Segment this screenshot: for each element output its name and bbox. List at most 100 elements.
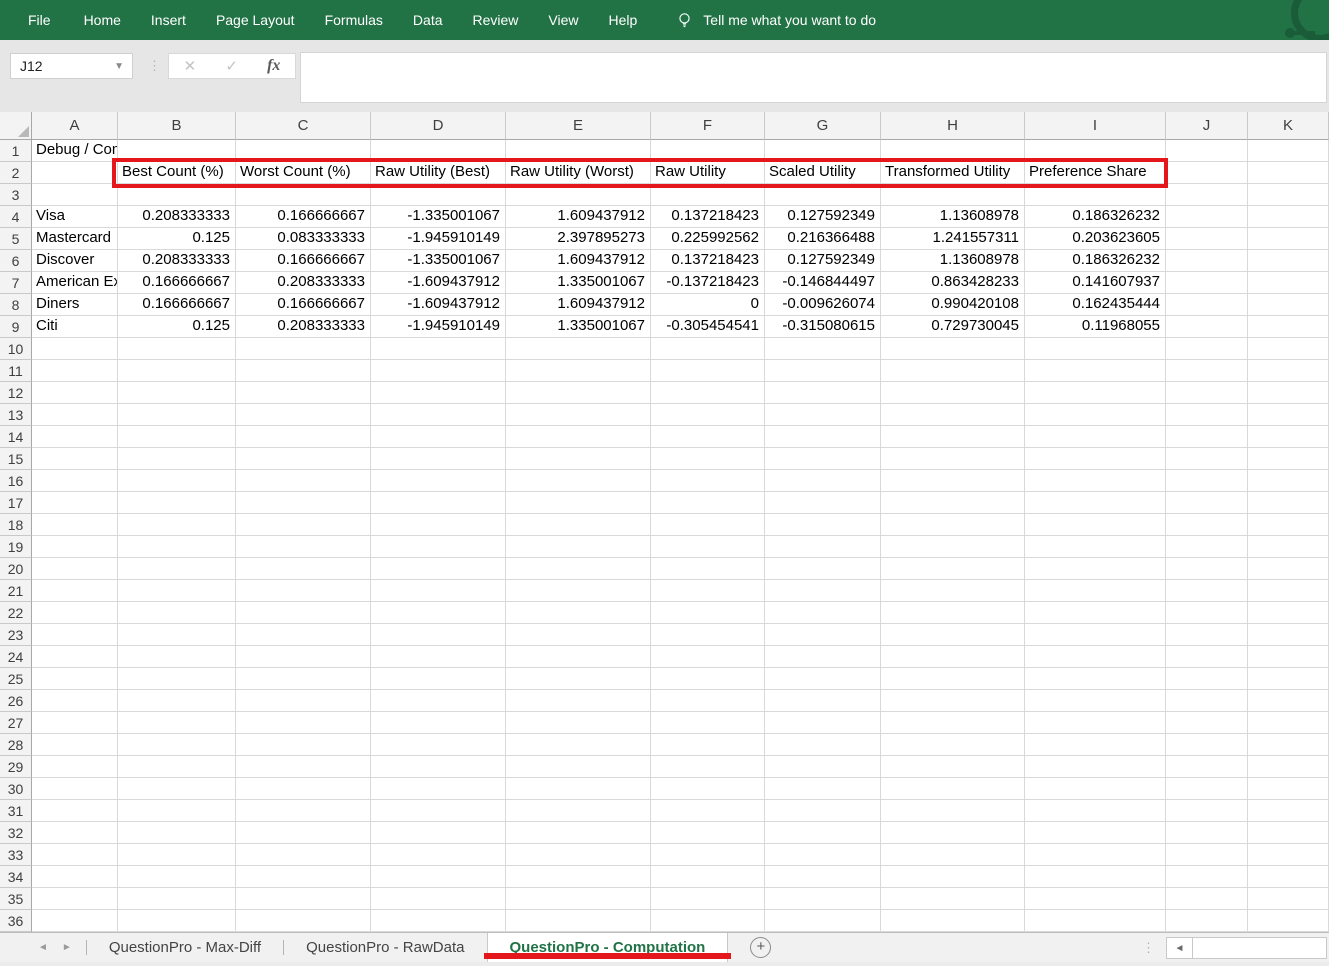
cell-H5[interactable]: 1.241557311 [881,228,1025,250]
cell-K33[interactable] [1248,844,1329,866]
row-header-9[interactable]: 9 [0,316,32,338]
cell-J22[interactable] [1166,602,1248,624]
cell-I26[interactable] [1025,690,1166,712]
cell-I31[interactable] [1025,800,1166,822]
cell-H34[interactable] [881,866,1025,888]
row-header-23[interactable]: 23 [0,624,32,646]
cell-J34[interactable] [1166,866,1248,888]
cell-B14[interactable] [118,426,236,448]
row-header-30[interactable]: 30 [0,778,32,800]
cell-D13[interactable] [371,404,506,426]
cell-A28[interactable] [32,734,118,756]
cell-J32[interactable] [1166,822,1248,844]
cell-J26[interactable] [1166,690,1248,712]
cell-F18[interactable] [651,514,765,536]
cell-H6[interactable]: 1.13608978 [881,250,1025,272]
cell-K30[interactable] [1248,778,1329,800]
cell-B33[interactable] [118,844,236,866]
cell-K17[interactable] [1248,492,1329,514]
cell-G32[interactable] [765,822,881,844]
cell-F21[interactable] [651,580,765,602]
cell-F33[interactable] [651,844,765,866]
cell-D15[interactable] [371,448,506,470]
cell-J6[interactable] [1166,250,1248,272]
row-header-20[interactable]: 20 [0,558,32,580]
cell-C30[interactable] [236,778,371,800]
row-header-25[interactable]: 25 [0,668,32,690]
cell-F23[interactable] [651,624,765,646]
cell-B17[interactable] [118,492,236,514]
cell-E20[interactable] [506,558,651,580]
cell-I7[interactable]: 0.141607937 [1025,272,1166,294]
row-header-11[interactable]: 11 [0,360,32,382]
cell-D2[interactable]: Raw Utility (Best) [371,162,506,184]
cell-A29[interactable] [32,756,118,778]
cell-E6[interactable]: 1.609437912 [506,250,651,272]
cell-F11[interactable] [651,360,765,382]
cell-H2[interactable]: Transformed Utility [881,162,1025,184]
row-header-31[interactable]: 31 [0,800,32,822]
cell-E26[interactable] [506,690,651,712]
column-header-C[interactable]: C [236,112,371,140]
cell-C21[interactable] [236,580,371,602]
cell-B29[interactable] [118,756,236,778]
cell-C6[interactable]: 0.166666667 [236,250,371,272]
cell-A30[interactable] [32,778,118,800]
new-sheet-button[interactable]: + [750,937,771,958]
sheet-nav-right-icon[interactable]: ► [62,942,72,953]
cell-F31[interactable] [651,800,765,822]
cell-K31[interactable] [1248,800,1329,822]
row-header-36[interactable]: 36 [0,910,32,932]
cell-G4[interactable]: 0.127592349 [765,206,881,228]
row-header-12[interactable]: 12 [0,382,32,404]
cell-J30[interactable] [1166,778,1248,800]
cell-I30[interactable] [1025,778,1166,800]
cell-J15[interactable] [1166,448,1248,470]
cell-K9[interactable] [1248,316,1329,338]
cell-K7[interactable] [1248,272,1329,294]
cell-G27[interactable] [765,712,881,734]
cell-B34[interactable] [118,866,236,888]
cell-A24[interactable] [32,646,118,668]
cell-K34[interactable] [1248,866,1329,888]
cell-A25[interactable] [32,668,118,690]
cell-H7[interactable]: 0.863428233 [881,272,1025,294]
cell-H23[interactable] [881,624,1025,646]
cell-E24[interactable] [506,646,651,668]
cell-F14[interactable] [651,426,765,448]
cell-C4[interactable]: 0.166666667 [236,206,371,228]
row-header-34[interactable]: 34 [0,866,32,888]
cell-B28[interactable] [118,734,236,756]
cell-C22[interactable] [236,602,371,624]
cell-I9[interactable]: 0.11968055 [1025,316,1166,338]
cell-K32[interactable] [1248,822,1329,844]
cell-D33[interactable] [371,844,506,866]
cell-H27[interactable] [881,712,1025,734]
cell-K6[interactable] [1248,250,1329,272]
cell-I3[interactable] [1025,184,1166,206]
cell-K2[interactable] [1248,162,1329,184]
row-header-10[interactable]: 10 [0,338,32,360]
sheet-nav-left-icon[interactable]: ◄ [38,942,48,953]
cell-A19[interactable] [32,536,118,558]
cell-E28[interactable] [506,734,651,756]
cell-B30[interactable] [118,778,236,800]
row-header-17[interactable]: 17 [0,492,32,514]
cell-C23[interactable] [236,624,371,646]
cell-D34[interactable] [371,866,506,888]
cell-I29[interactable] [1025,756,1166,778]
cell-D23[interactable] [371,624,506,646]
cell-A21[interactable] [32,580,118,602]
cell-H13[interactable] [881,404,1025,426]
cell-D4[interactable]: -1.335001067 [371,206,506,228]
cell-K36[interactable] [1248,910,1329,932]
cell-H9[interactable]: 0.729730045 [881,316,1025,338]
cell-G17[interactable] [765,492,881,514]
cell-E18[interactable] [506,514,651,536]
row-header-3[interactable]: 3 [0,184,32,206]
cell-I4[interactable]: 0.186326232 [1025,206,1166,228]
cell-D32[interactable] [371,822,506,844]
cell-H14[interactable] [881,426,1025,448]
cell-J3[interactable] [1166,184,1248,206]
cell-J11[interactable] [1166,360,1248,382]
